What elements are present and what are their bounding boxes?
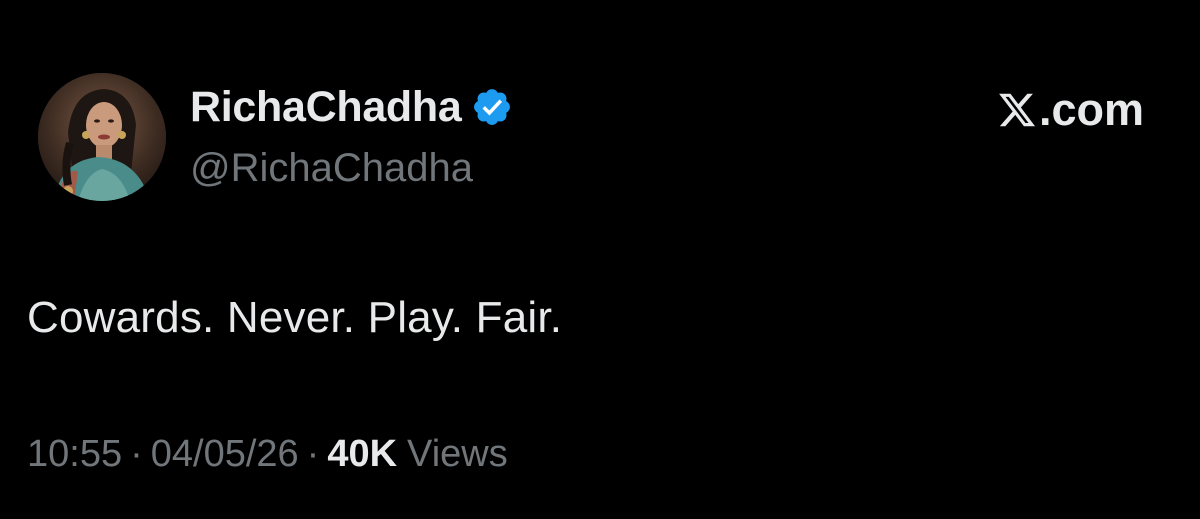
tweet-card: RichaChadha @RichaChadha .com Cowards. N… [0,0,1200,519]
tweet-metadata: 10:55 · 04/05/26 · 40K Views [27,428,508,480]
views-count[interactable]: 40K [327,428,397,480]
tweet-text: Cowards. Never. Play. Fair. [27,293,563,342]
x-logo-icon [999,93,1036,127]
views-label[interactable]: Views [407,428,508,480]
meta-separator: · [306,433,320,475]
verified-badge-icon[interactable] [471,86,513,128]
brand-watermark: .com [997,84,1144,136]
brand-domain-label: .com [1038,84,1144,135]
tweet-time[interactable]: 10:55 [27,428,122,480]
tweet-date[interactable]: 04/05/26 [151,428,299,480]
meta-separator: · [130,433,143,475]
author-name-row: RichaChadha [190,82,513,132]
author-display-name[interactable]: RichaChadha [190,82,462,132]
author-handle[interactable]: @RichaChadha [190,144,473,192]
profile-photo-image [38,73,166,201]
avatar[interactable] [38,73,166,201]
